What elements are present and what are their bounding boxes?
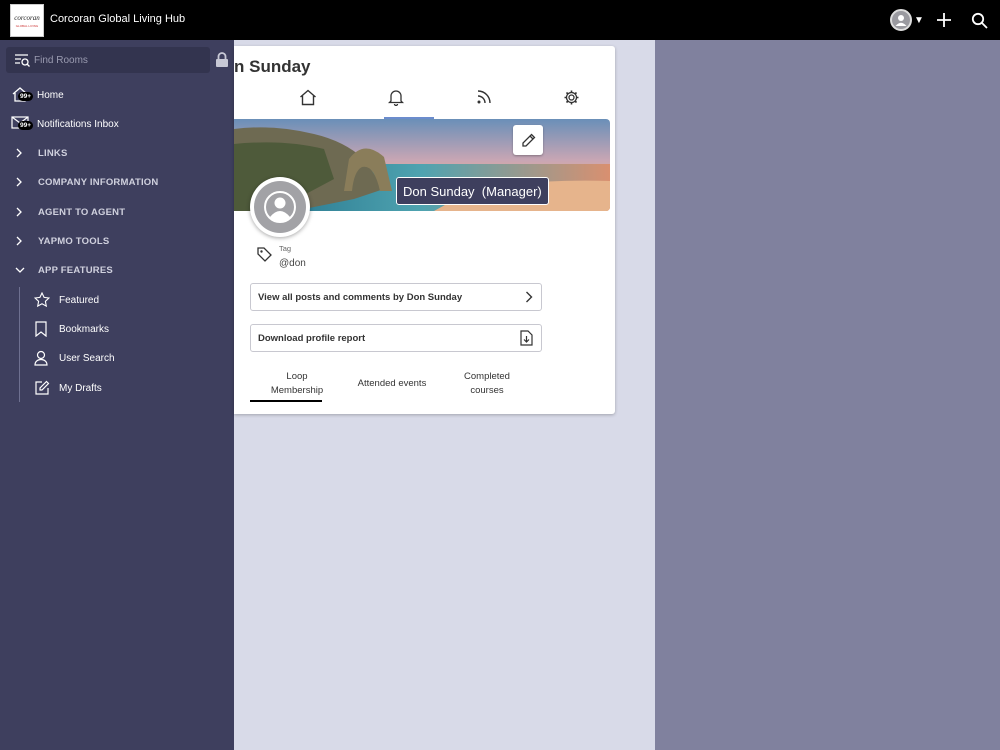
top-bar: corcoran GLOBAL LIVING Corcoran Global L… — [0, 0, 1000, 40]
view-posts-label: View all posts and comments by Don Sunda… — [258, 291, 463, 303]
global-search-button[interactable] — [969, 10, 989, 30]
sidebar: 99+ Home 99+ Notifications Inbox LINKS C… — [0, 40, 234, 750]
logo-subtext: GLOBAL LIVING — [15, 23, 39, 28]
rss-icon — [477, 90, 491, 104]
sidebar-item-agent-to-agent[interactable]: AGENT TO AGENT — [0, 199, 234, 225]
search-input[interactable] — [34, 51, 204, 69]
edit-banner-button[interactable] — [513, 125, 543, 155]
chevron-right-icon — [15, 207, 29, 217]
sidebar-item-label: Featured — [59, 294, 100, 306]
app-title: Corcoran Global Living Hub — [50, 13, 186, 25]
chevron-right-icon — [15, 177, 29, 187]
bell-icon — [388, 89, 404, 106]
sidebar-item-my-drafts[interactable]: My Drafts — [20, 375, 234, 401]
tag-value: @don — [279, 258, 306, 269]
sidebar-item-label: My Drafts — [59, 382, 102, 394]
gear-icon — [564, 90, 578, 104]
tab-attended-events[interactable]: Attended events — [352, 377, 432, 391]
tab-label: Attended events — [357, 378, 427, 389]
overlay-panel — [655, 40, 1000, 750]
sidebar-item-label: AGENT TO AGENT — [38, 206, 126, 218]
sidebar-item-home[interactable]: 99+ Home — [0, 82, 234, 108]
sidebar-item-label: LINKS — [38, 147, 68, 159]
download-file-icon — [520, 330, 533, 346]
home-icon: 99+ — [11, 86, 35, 104]
sidebar-item-label: YAPMO TOOLS — [38, 235, 110, 247]
room-search[interactable] — [6, 47, 210, 73]
tab-settings[interactable] — [562, 88, 580, 106]
sidebar-item-label: APP FEATURES — [38, 264, 113, 276]
profile-card: n Sunday Don Sunday (Manager) Tag @don V… — [234, 46, 615, 414]
chevron-right-icon — [526, 291, 533, 303]
user-menu-button[interactable]: ▼ — [890, 9, 924, 31]
sidebar-item-yapmo-tools[interactable]: YAPMO TOOLS — [0, 228, 234, 254]
sidebar-item-user-search[interactable]: User Search — [20, 345, 234, 371]
user-icon — [34, 350, 52, 366]
bookmark-icon — [34, 321, 52, 337]
notification-badge: 99+ — [18, 121, 34, 130]
download-report-label: Download profile report — [258, 332, 366, 344]
tab-notifications[interactable] — [387, 88, 405, 106]
profile-role: (Manager) — [481, 183, 542, 199]
avatar — [890, 9, 912, 31]
sidebar-item-links[interactable]: LINKS — [0, 140, 234, 166]
tab-home[interactable] — [299, 88, 317, 106]
home-icon — [300, 89, 316, 105]
sidebar-item-notifications-inbox[interactable]: 99+ Notifications Inbox — [0, 111, 234, 137]
edit-icon — [34, 380, 52, 396]
sidebar-item-label: Notifications Inbox — [37, 118, 119, 130]
tab-label: Completed — [464, 371, 510, 382]
sidebar-item-featured[interactable]: Featured — [20, 287, 234, 313]
notification-badge: 99+ — [18, 92, 34, 101]
sidebar-item-label: COMPANY INFORMATION — [38, 176, 159, 188]
tag-icon — [257, 247, 272, 267]
tab-feed[interactable] — [475, 88, 493, 106]
lock-icon[interactable] — [215, 52, 229, 73]
user-avatar-icon — [254, 181, 306, 233]
tab-label: courses — [470, 385, 504, 396]
sidebar-item-label: Home — [37, 89, 64, 101]
pencil-icon — [521, 133, 535, 147]
view-posts-button[interactable]: View all posts and comments by Don Sunda… — [250, 283, 542, 311]
tag-label: Tag — [279, 244, 292, 253]
sidebar-item-bookmarks[interactable]: Bookmarks — [20, 316, 234, 342]
download-report-button[interactable]: Download profile report — [250, 324, 542, 352]
profile-name: Don Sunday — [403, 183, 475, 199]
active-subtab-indicator — [250, 400, 322, 402]
envelope-icon: 99+ — [11, 115, 35, 133]
add-button[interactable] — [934, 10, 954, 30]
profile-name-chip: Don Sunday (Manager) — [396, 177, 549, 205]
star-icon — [34, 292, 52, 308]
chevron-down-icon — [15, 266, 29, 274]
chevron-right-icon — [15, 236, 29, 246]
profile-avatar[interactable] — [250, 177, 310, 237]
sidebar-item-app-features[interactable]: APP FEATURES — [0, 257, 234, 283]
sidebar-item-label: Bookmarks — [59, 323, 110, 335]
search-icon — [971, 12, 988, 29]
sidebar-item-label: User Search — [59, 352, 115, 364]
tab-completed-courses[interactable]: Completed courses — [454, 370, 520, 398]
menu-search-icon[interactable] — [14, 52, 30, 73]
logo-text: corcoran — [14, 13, 40, 22]
chevron-right-icon — [15, 148, 29, 158]
sidebar-item-company-information[interactable]: COMPANY INFORMATION — [0, 169, 234, 195]
plus-icon — [937, 13, 951, 27]
tab-label: Membership — [270, 385, 324, 396]
user-avatar-icon — [895, 15, 907, 26]
tab-loop-membership[interactable]: Loop Membership — [264, 370, 330, 398]
tab-label: Loop — [286, 371, 308, 382]
brand-logo[interactable]: corcoran GLOBAL LIVING — [10, 4, 44, 37]
caret-down-icon: ▼ — [914, 14, 924, 26]
page-title: n Sunday — [234, 57, 311, 76]
